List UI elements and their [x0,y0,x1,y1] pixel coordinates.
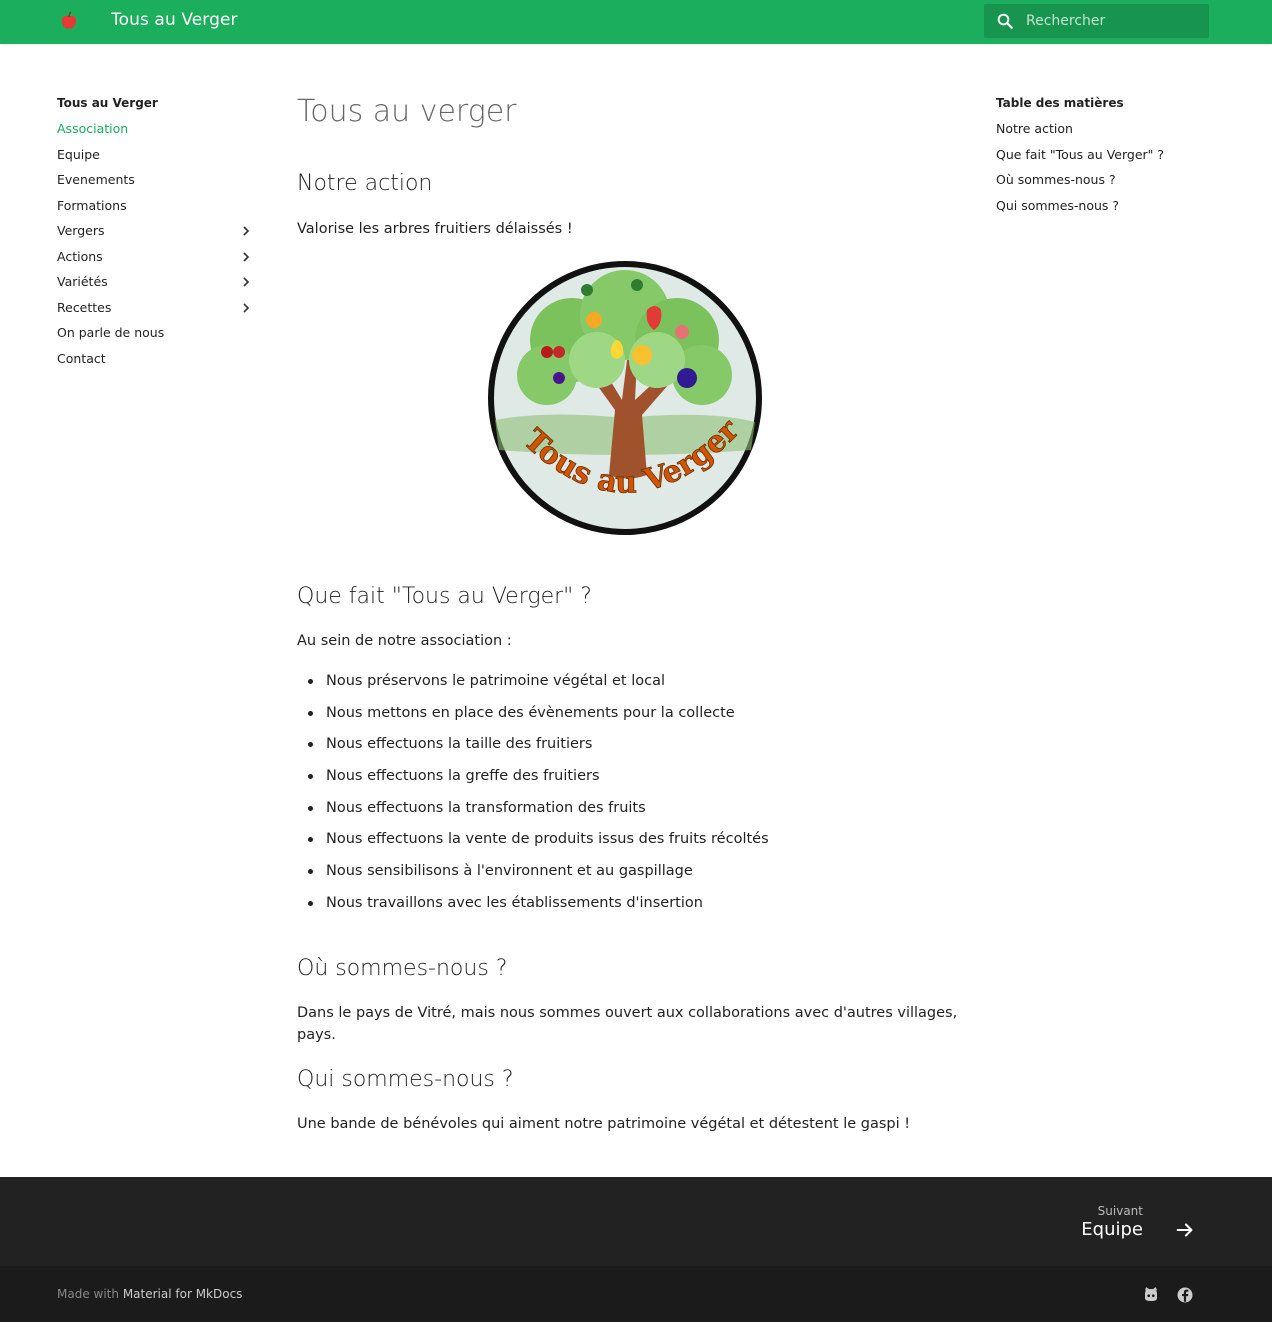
nav-item-label: Association [57,121,129,136]
nav-item-on-parle-de-nous[interactable]: On parle de nous [57,324,257,350]
sidebar-nav: Tous au Verger Association Equipe Evenemen… [57,96,257,375]
toc-item[interactable]: Notre action [996,120,1216,146]
toc-item[interactable]: Qui sommes-nous ? [996,197,1216,223]
site-title[interactable]: Tous au Verger [111,10,238,30]
chevron-right-icon[interactable] [239,224,253,238]
nav-item-label: Formations [57,197,127,213]
arrow-right-icon [1176,1223,1193,1237]
search-input[interactable] [1026,4,1204,38]
section-title-que-fait: Que fait "Tous au Verger" ? [297,584,592,609]
nav-list: Association Equipe Evenements Formations Ver… [57,120,257,375]
chevron-right-icon[interactable] [239,301,253,315]
apple-logo-icon[interactable] [59,11,79,31]
made-with-prefix: Made with [57,1287,119,1301]
nav-item-label: Equipe [57,146,100,162]
feature-list-item: Nous mettons en place des évènements pou… [297,702,977,734]
section-intro-que-fait: Au sein de notre association : [297,633,512,649]
feature-list-item: Nous effectuons la transformation des fr… [297,797,977,829]
main-content: Tous au verger Notre action Valorise les… [297,92,977,1132]
nav-item-vergers[interactable]: Vergers [57,222,257,248]
facebook-icon[interactable] [1176,1286,1194,1304]
top-header: Tous au Verger [0,0,1272,44]
toc-item[interactable]: Que fait "Tous au Verger" ? [996,146,1216,172]
feature-list-item: Nous sensibilisons à l'environnent et au… [297,860,977,892]
search-box[interactable] [984,4,1209,38]
nav-item-contact[interactable]: Contact [57,350,257,376]
nav-title: Tous au Verger [57,96,158,110]
section-title-notre-action: Notre action [297,171,433,196]
nav-item-formations[interactable]: Formations [57,197,257,223]
page-title: Tous au verger [297,94,517,129]
footer-navigation: Suivant Equipe [0,1177,1272,1266]
association-logo-image: Tous au Verger ! [487,260,762,535]
section-text-notre-action: Valorise les arbres fruitiers délaissés … [297,221,573,237]
next-page-link[interactable]: Suivant Equipe [1056,1202,1196,1247]
nav-item-label: Actions [57,248,103,264]
section-text-qui-sommes-nous: Une bande de bénévoles qui aiment notre … [297,1116,911,1132]
feature-list-item: Nous préservons le patrimoine végétal et… [297,670,977,702]
nav-item-evenements[interactable]: Evenements [57,171,257,197]
toc-title: Table des matières [996,96,1124,110]
next-title: Equipe [1081,1219,1143,1240]
chevron-right-icon[interactable] [239,275,253,289]
section-text-ou-sommes-nous: Dans le pays de Vitré, mais nous sommes … [297,1005,958,1043]
nav-item-label: Evenements [57,172,135,187]
feature-list-item: Nous effectuons la vente de produits iss… [297,828,977,860]
nav-item-label: On parle de nous [57,325,165,340]
footer-meta: Made with Material for MkDocs [0,1266,1272,1322]
toc-list: Notre action Que fait "Tous au Verger" ? O… [996,120,1216,222]
nav-item-recettes[interactable]: Recettes [57,299,257,325]
feature-list-item: Nous effectuons la greffe des fruitiers [297,765,977,797]
feature-list-item: Nous travaillons avec les établissements… [297,892,977,924]
search-icon[interactable] [996,12,1014,30]
nav-item-variétés[interactable]: Variétés [57,273,257,299]
table-of-contents: Table des matières Notre action Que fait … [996,96,1216,222]
nav-item-actions[interactable]: Actions [57,248,257,274]
nav-item-association[interactable]: Association [57,120,257,146]
section-title-ou-sommes-nous: Où sommes-nous ? [297,956,508,981]
chevron-right-icon[interactable] [239,250,253,264]
nav-item-equipe[interactable]: Equipe [57,146,257,172]
nav-item-label: Recettes [57,299,112,315]
feature-list-item: Nous effectuons la taille des fruitiers [297,733,977,765]
github-icon[interactable] [1142,1286,1160,1304]
nav-item-label: Contact [57,350,106,366]
toc-item[interactable]: Où sommes-nous ? [996,171,1216,197]
material-mkdocs-link[interactable]: Material for MkDocs [123,1287,243,1301]
nav-item-label: Vergers [57,223,105,238]
made-with-text: Made with Material for MkDocs [57,1287,242,1301]
next-caption: Suivant [1097,1204,1143,1218]
nav-item-label: Variétés [57,274,108,289]
feature-list: Nous préservons le patrimoine végétal et… [297,670,977,924]
section-title-qui-sommes-nous: Qui sommes-nous ? [297,1067,514,1092]
